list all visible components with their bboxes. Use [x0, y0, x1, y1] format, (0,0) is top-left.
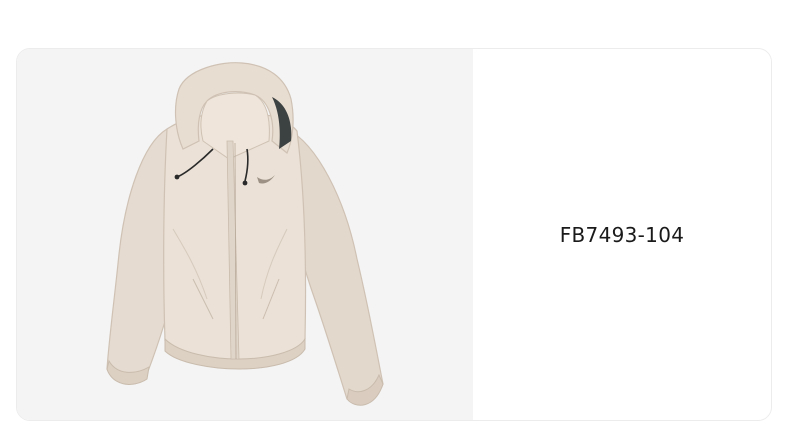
page: FB7493-104: [0, 0, 790, 423]
product-image[interactable]: [17, 49, 473, 420]
product-info: FB7493-104: [473, 49, 771, 420]
jacket-image: [106, 62, 384, 406]
product-code: FB7493-104: [559, 222, 685, 247]
product-card[interactable]: FB7493-104: [16, 48, 772, 421]
